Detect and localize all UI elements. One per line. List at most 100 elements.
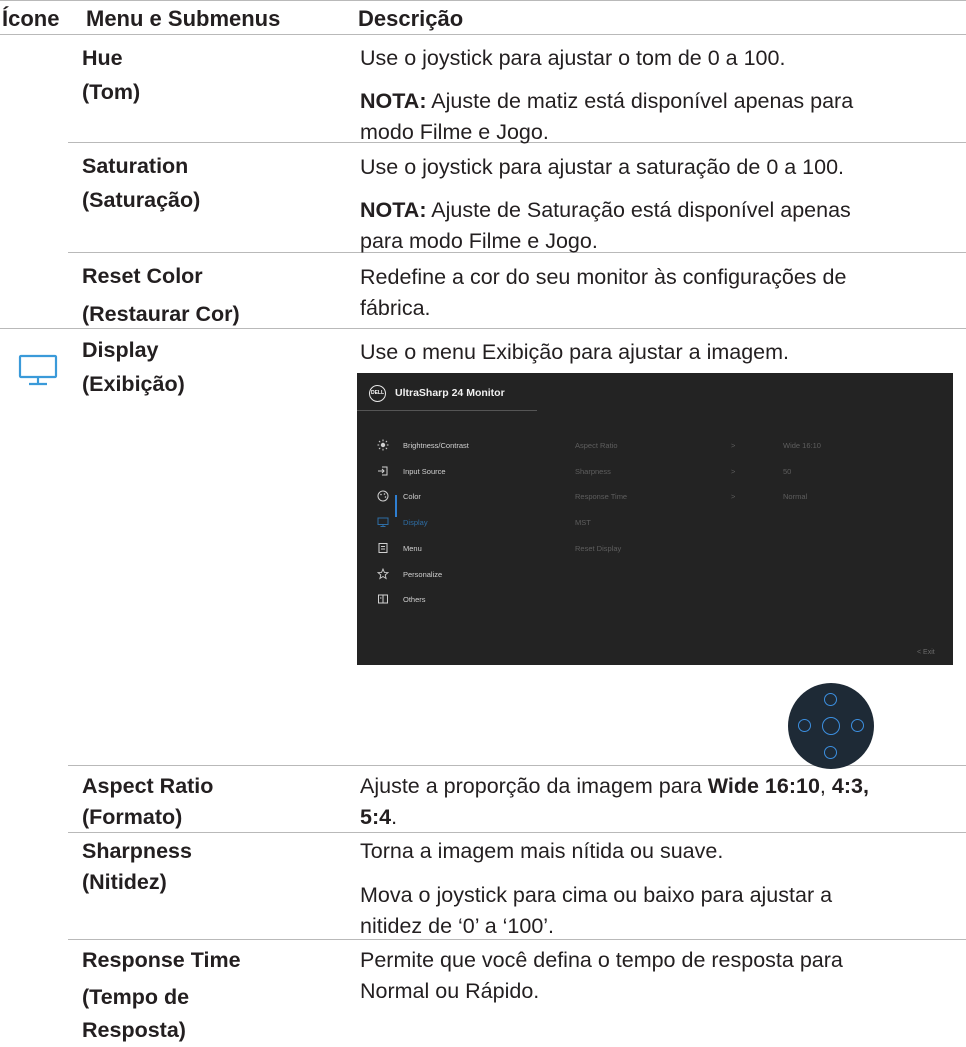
desc-text: Normal ou Rápido. (360, 979, 540, 1003)
table-top-rule (0, 0, 966, 1)
joystick-down-icon (824, 746, 837, 759)
desc-text: Permite que você defina o tempo de respo… (360, 948, 843, 972)
osd-sub-label: Sharpness (575, 467, 611, 476)
header-menu-col: Menu e Submenus (86, 6, 281, 31)
menu-sharpness: Sharpness (Nitidez) (82, 836, 192, 898)
osd-item-personalize[interactable]: Personalize (367, 565, 567, 585)
menu-name: Aspect Ratio (82, 774, 214, 798)
menu-aspect-ratio: Aspect Ratio (Formato) (82, 771, 213, 833)
separator: , (819, 774, 832, 798)
menu-sub: (Tom) (82, 80, 141, 104)
option-4-3: 4:3, (831, 774, 869, 798)
header-rule (0, 34, 966, 35)
joystick-left-icon (798, 719, 811, 732)
menu-saturation: Saturation (Saturação) (82, 149, 200, 217)
desc-text: Ajuste a proporção da imagem para (360, 774, 708, 798)
joystick-graphic (788, 683, 874, 769)
dell-logo: DELL (369, 385, 386, 402)
menu-name: Reset Color (82, 264, 203, 288)
desc-text: nitidez de ‘0’ a ‘100’. (360, 914, 555, 938)
menu-sub: (Formato) (82, 805, 183, 829)
menu-hue: Hue (Tom) (82, 41, 140, 109)
osd-item-label: Input Source (403, 467, 446, 476)
osd-sub-arrow: > (731, 467, 736, 476)
menu-name: Sharpness (82, 839, 192, 863)
header-icon-col: Ícone (2, 6, 60, 31)
color-palette-icon (377, 490, 389, 502)
menu-sub: (Restaurar Cor) (82, 302, 240, 326)
menu-name: Saturation (82, 154, 189, 178)
osd-item-label: Display (403, 518, 428, 527)
brightness-icon (377, 439, 389, 451)
option-5-4: 5:4 (360, 805, 392, 829)
note-text: Ajuste de Saturação está disponível apen… (426, 198, 851, 222)
header-desc-col: Descrição (358, 6, 464, 31)
menu-sub: (Tempo de (82, 985, 190, 1009)
menu-name: Response Time (82, 948, 241, 972)
osd-title-divider (357, 410, 537, 411)
osd-item-label: Menu (403, 544, 422, 553)
menu-display: Display (Exibição) (82, 333, 185, 401)
menu-sub: (Nitidez) (82, 870, 167, 894)
desc-line: 5:4. (360, 802, 950, 833)
osd-item-label: Others (403, 595, 426, 604)
osd-item-others[interactable]: Others (367, 590, 567, 610)
desc-reset-color: Redefine a cor do seu monitor às configu… (360, 262, 950, 324)
desc-hue: Use o joystick para ajustar o tom de 0 a… (360, 43, 950, 148)
input-source-icon (378, 466, 388, 476)
note: NOTA: Ajuste de Saturação está disponíve… (360, 195, 950, 226)
osd-exit[interactable]: < Exit (917, 649, 935, 656)
display-icon (377, 517, 389, 527)
menu-sub: (Exibição) (82, 372, 185, 396)
osd-sub-label: MST (575, 518, 591, 527)
osd-item-label: Brightness/Contrast (403, 441, 469, 450)
osd-item-input-source[interactable]: Input Source (367, 462, 567, 482)
joystick-ok-icon (822, 717, 840, 735)
joystick-up-icon (824, 693, 837, 706)
period: . (391, 805, 398, 829)
menu-reset-color: Reset Color (Restaurar Cor) (82, 257, 240, 333)
osd-sub-label: Aspect Ratio (575, 441, 618, 450)
others-icon (378, 594, 388, 604)
osd-item-brightness[interactable]: Brightness/Contrast (367, 436, 567, 456)
desc-display: Use o menu Exibição para ajustar a image… (360, 340, 790, 364)
note: NOTA: Ajuste de matiz está disponível ap… (360, 86, 950, 117)
desc-text: Redefine a cor do seu monitor às configu… (360, 265, 847, 289)
desc-text: fábrica. (360, 296, 431, 320)
desc-sharpness: Torna a imagem mais nítida ou suave. Mov… (360, 836, 950, 942)
osd-sub-arrow: > (731, 441, 736, 450)
note-label: NOTA: (360, 89, 427, 113)
desc-text: Use o joystick para ajustar o tom de 0 a… (360, 46, 786, 70)
star-icon (377, 568, 389, 580)
osd-item-menu[interactable]: Menu (367, 539, 567, 559)
menu-sub: Resposta) (82, 1018, 186, 1042)
osd-sub-label: Response Time (575, 492, 628, 501)
desc-text: Torna a imagem mais nítida ou suave. (360, 839, 724, 863)
desc-text: Mova o joystick para cima ou baixo para … (360, 883, 833, 907)
osd-title: UltraSharp 24 Monitor (395, 387, 505, 399)
option-wide: Wide 16:10 (707, 774, 820, 798)
osd-sub-arrow: > (731, 492, 736, 501)
joystick-right-icon (851, 719, 864, 732)
menu-name: Display (82, 338, 159, 362)
desc-text: Use o joystick para ajustar a saturação … (360, 155, 845, 179)
menu-icon (378, 543, 388, 553)
desc-saturation: Use o joystick para ajustar a saturação … (360, 152, 950, 257)
osd-sub-value: Wide 16:10 (783, 441, 821, 450)
osd-item-color[interactable]: Color (367, 487, 567, 507)
osd-screenshot: DELL UltraSharp 24 Monitor Brightness/Co… (357, 373, 953, 665)
desc-aspect-ratio: Ajuste a proporção da imagem para Wide 1… (360, 771, 950, 833)
osd-sub-label: Reset Display (575, 544, 622, 553)
monitor-icon (18, 354, 58, 386)
note-label: NOTA: (360, 198, 427, 222)
note-text: Ajuste de matiz está disponível apenas p… (426, 89, 854, 113)
menu-sub: (Saturação) (82, 188, 201, 212)
osd-item-label: Color (403, 492, 421, 501)
desc-line: Ajuste a proporção da imagem para Wide 1… (360, 771, 950, 802)
osd-item-display[interactable]: Display (367, 513, 567, 533)
desc-response-time: Permite que você defina o tempo de respo… (360, 945, 950, 1007)
note-text: para modo Filme e Jogo. (360, 229, 598, 253)
osd-item-label: Personalize (403, 570, 443, 579)
osd-sub-value: Normal (783, 492, 808, 501)
menu-response-time: Response Time (Tempo de Resposta) (82, 944, 241, 1047)
